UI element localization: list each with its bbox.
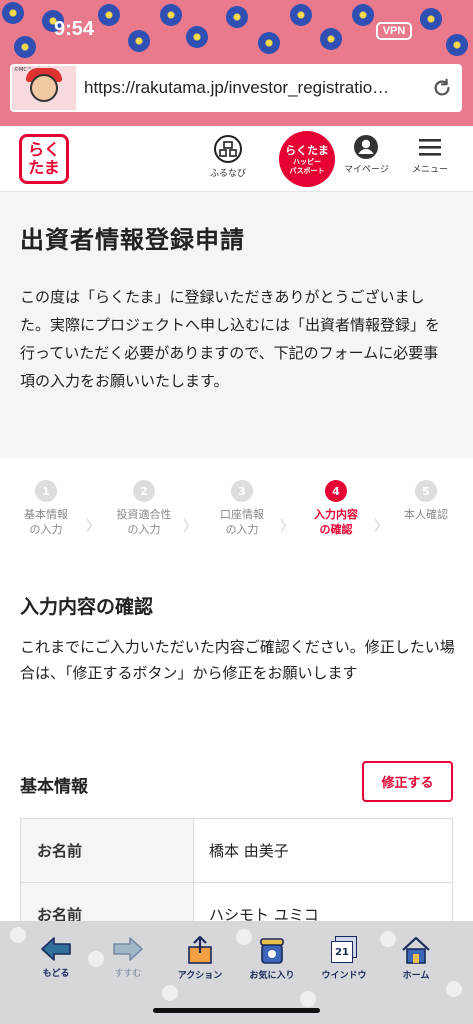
step-number: 4 (325, 480, 347, 502)
flower-decoration (186, 26, 208, 48)
toolbar-decoration (300, 991, 316, 1007)
browser-chrome: 9:54 VPN ©MC™ https://rakutama.jp/invest… (0, 0, 473, 126)
user-icon (354, 135, 379, 159)
furunavi-icon (214, 135, 242, 163)
back-button[interactable]: もどる (24, 935, 88, 979)
chevron-right-icon: 〉 (183, 519, 197, 535)
action-button[interactable]: アクション (168, 935, 232, 981)
share-icon (188, 935, 212, 964)
step-2: 2 投資適合性 の入力 (104, 480, 184, 537)
progress-stepper: 1 基本情報 の入力 〉 2 投資適合性 の入力 〉 3 口座情報 の入力 〉 … (0, 480, 473, 550)
bookmark-button[interactable]: お気に入り (240, 935, 304, 981)
happy-passport-badge[interactable]: らくたま ハッピー パスポート (279, 131, 335, 187)
back-label: もどる (42, 969, 70, 979)
row-value: 橋本 由美子 (193, 818, 453, 883)
reload-icon[interactable] (422, 77, 462, 99)
toolbar-decoration (162, 985, 178, 1001)
url-text[interactable]: https://rakutama.jp/investor_registratio… (76, 78, 422, 98)
mypage-label: マイページ (344, 165, 389, 175)
rakutama-logo[interactable]: らく たま (19, 134, 69, 184)
step-label: 口座情報 の入力 (220, 508, 264, 536)
step-number: 2 (133, 480, 155, 502)
step-label: 入力内容 の確認 (314, 508, 358, 536)
flower-decoration (98, 4, 120, 26)
flower-decoration (14, 36, 36, 58)
intro-section: 出資者情報登録申請 この度は「らくたま」に登録いただきありがとうございました。実… (0, 192, 473, 458)
step-label: 投資適合性 の入力 (116, 508, 172, 536)
furunavi-link[interactable]: ふるなび (210, 134, 246, 179)
home-label: ホーム (402, 971, 430, 981)
toolbar-decoration (446, 981, 462, 997)
status-time: 9:54 (54, 18, 95, 40)
action-label: アクション (177, 971, 223, 981)
passport-line3: パスポート (289, 167, 325, 175)
passport-line2: ハッピー (293, 158, 321, 166)
vpn-badge: VPN (376, 22, 412, 40)
confirm-title: 入力内容の確認 (20, 596, 154, 618)
window-icon: 21 (329, 935, 359, 965)
menu-label: メニュー (412, 165, 449, 175)
flower-decoration (320, 28, 342, 50)
furunavi-label: ふるなび (210, 169, 247, 179)
flower-decoration (290, 4, 312, 26)
back-arrow-icon (41, 937, 71, 961)
site-thumbnail: ©MC™ (12, 66, 76, 110)
page-title: 出資者情報登録申請 (20, 226, 245, 254)
home-button[interactable]: ホーム (384, 935, 448, 981)
site-header: らく たま ふるなび らくたま ハッピー パスポート マイページ メニュー (0, 126, 473, 192)
forward-button[interactable]: すすむ (96, 935, 160, 979)
forward-arrow-icon (113, 937, 143, 961)
confirm-text: これまでにご入力いただいた内容ご確認ください。修正したい場合は、「修正するボタン… (20, 638, 455, 682)
flower-decoration (226, 6, 248, 28)
flower-decoration (446, 34, 468, 56)
bookmark-jar-icon (260, 938, 284, 964)
intro-text: この度は「らくたま」に登録いただきありがとうございました。実際にプロジェクトへ申… (20, 288, 441, 390)
menu-button[interactable]: メニュー (412, 134, 448, 175)
row-key: お名前 (20, 818, 194, 883)
flower-decoration (420, 8, 442, 30)
chevron-right-icon: 〉 (86, 519, 100, 535)
home-icon (402, 936, 430, 964)
step-5: 5 本人確認 (386, 480, 466, 522)
step-4-active: 4 入力内容 の確認 (296, 480, 376, 537)
hamburger-icon (419, 139, 441, 156)
step-label: 本人確認 (404, 508, 448, 521)
bookmark-label: お気に入り (249, 971, 295, 981)
flower-decoration (160, 4, 182, 26)
window-label: ウインドウ (321, 971, 367, 981)
window-button[interactable]: 21 ウインドウ (312, 935, 376, 981)
step-3: 3 口座情報 の入力 (202, 480, 282, 537)
edit-basic-info-button[interactable]: 修正する (362, 761, 453, 802)
home-indicator (153, 1008, 320, 1013)
step-number: 1 (35, 480, 57, 502)
window-count: 21 (331, 941, 353, 963)
basic-info-title: 基本情報 (20, 777, 88, 797)
flower-decoration (128, 30, 150, 52)
step-label: 基本情報 の入力 (24, 508, 68, 536)
table-row: お名前 橋本 由美子 (20, 818, 453, 883)
mypage-link[interactable]: マイページ (344, 134, 389, 175)
step-number: 5 (415, 480, 437, 502)
flower-decoration (352, 4, 374, 26)
character-face (30, 74, 58, 102)
step-1: 1 基本情報 の入力 (6, 480, 86, 537)
chevron-right-icon: 〉 (280, 519, 294, 535)
logo-line2: たま (28, 158, 60, 177)
logo-line1: らく (27, 140, 60, 159)
step-number: 3 (231, 480, 253, 502)
url-bar[interactable]: ©MC™ https://rakutama.jp/investor_regist… (10, 64, 462, 112)
flower-decoration (2, 2, 24, 24)
passport-line1: らくたま (285, 144, 329, 157)
forward-label: すすむ (114, 969, 142, 979)
flower-decoration (258, 32, 280, 54)
